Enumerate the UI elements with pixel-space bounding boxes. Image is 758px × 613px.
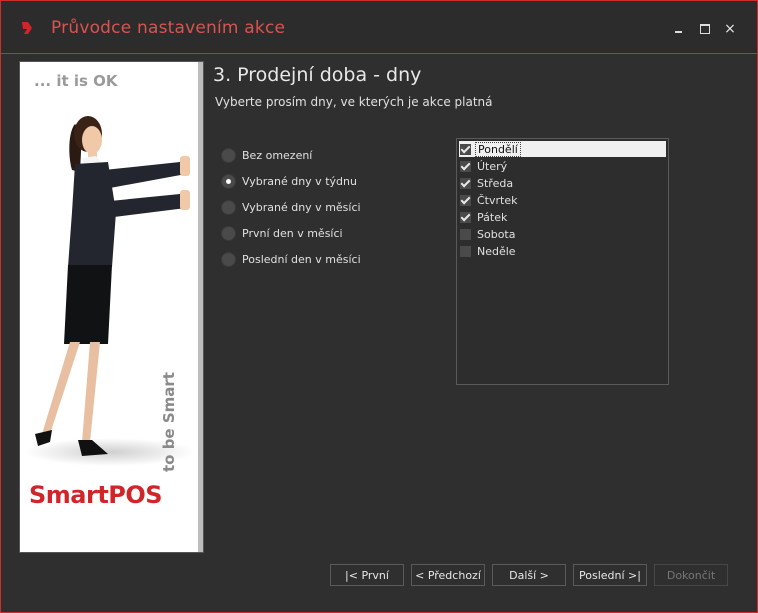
sidebar-vertical-text: to be Smart [160,372,178,472]
previous-button[interactable]: < Předchozí [411,564,485,586]
day-label: Neděle [477,244,516,258]
next-button[interactable]: Další > [492,564,566,586]
brand-logo: SmartPOS [29,481,163,509]
window-title: Průvodce nastavením akce [51,18,286,38]
day-label: Pátek [477,210,508,224]
finish-button[interactable]: Dokončit [654,564,728,586]
radio-vybrane-dny-v-mesici[interactable]: Vybrané dny v měsíci [221,198,361,216]
checkbox[interactable] [460,177,471,189]
businesswoman-image [20,62,203,552]
radio-bez-omezeni[interactable]: Bez omezení [221,146,312,164]
radio-button[interactable] [221,251,236,267]
radio-button[interactable] [221,147,236,163]
sidebar-banner: ... it is OK to be Smart SmartPOS [19,61,204,553]
close-icon[interactable]: × [722,21,738,37]
day-label: Sobota [477,227,516,241]
day-label: Čtvrtek [477,193,518,207]
day-label: Pondělí [475,141,521,157]
radio-label: Bez omezení [242,148,313,162]
wizard-window: Průvodce nastavením akce × ... it is OK … [0,0,758,613]
radio-button[interactable] [221,199,236,215]
first-button[interactable]: |< První [330,564,404,586]
day-label: Středa [477,176,514,190]
step-subtitle: Vyberte prosím dny, ve kterých je akce p… [215,95,493,109]
day-label: Úterý [477,159,508,173]
checkbox[interactable] [460,211,471,223]
radio-label: První den v měsíci [242,226,343,240]
checkbox[interactable] [460,160,471,172]
day-item-nedele[interactable]: Neděle [459,243,666,259]
title-bar[interactable]: Průvodce nastavením akce × [1,1,757,54]
checkbox[interactable] [460,228,471,240]
minimize-icon[interactable] [671,21,687,37]
checkbox[interactable] [460,194,471,206]
day-item-sobota[interactable]: Sobota [459,226,666,242]
checkbox[interactable] [460,143,471,155]
day-item-utery[interactable]: Úterý [459,158,666,174]
sidebar-slogan: ... it is OK [34,72,118,90]
app-logo-icon [22,22,32,34]
radio-label: Vybrané dny v měsíci [242,200,361,214]
day-item-patek[interactable]: Pátek [459,209,666,225]
step-title: 3. Prodejní doba - dny [213,64,422,86]
radio-label: Poslední den v měsíci [242,252,361,266]
radio-button[interactable] [221,173,236,189]
day-item-pondeli[interactable]: Pondělí [459,141,666,157]
day-item-streda[interactable]: Středa [459,175,666,191]
days-checklist[interactable]: Pondělí Úterý Středa Čtvrtek Pátek Sobot… [456,138,669,385]
radio-posledni-den-v-mesici[interactable]: Poslední den v měsíci [221,250,361,268]
day-item-ctvrtek[interactable]: Čtvrtek [459,192,666,208]
radio-vybrane-dny-v-tydnu[interactable]: Vybrané dny v týdnu [221,172,357,190]
radio-prvni-den-v-mesici[interactable]: První den v měsíci [221,224,343,242]
last-button[interactable]: Poslední >| [573,564,647,586]
radio-label: Vybrané dny v týdnu [242,174,357,188]
maximize-icon[interactable] [697,21,713,37]
checkbox[interactable] [460,245,471,257]
radio-button[interactable] [221,225,236,241]
